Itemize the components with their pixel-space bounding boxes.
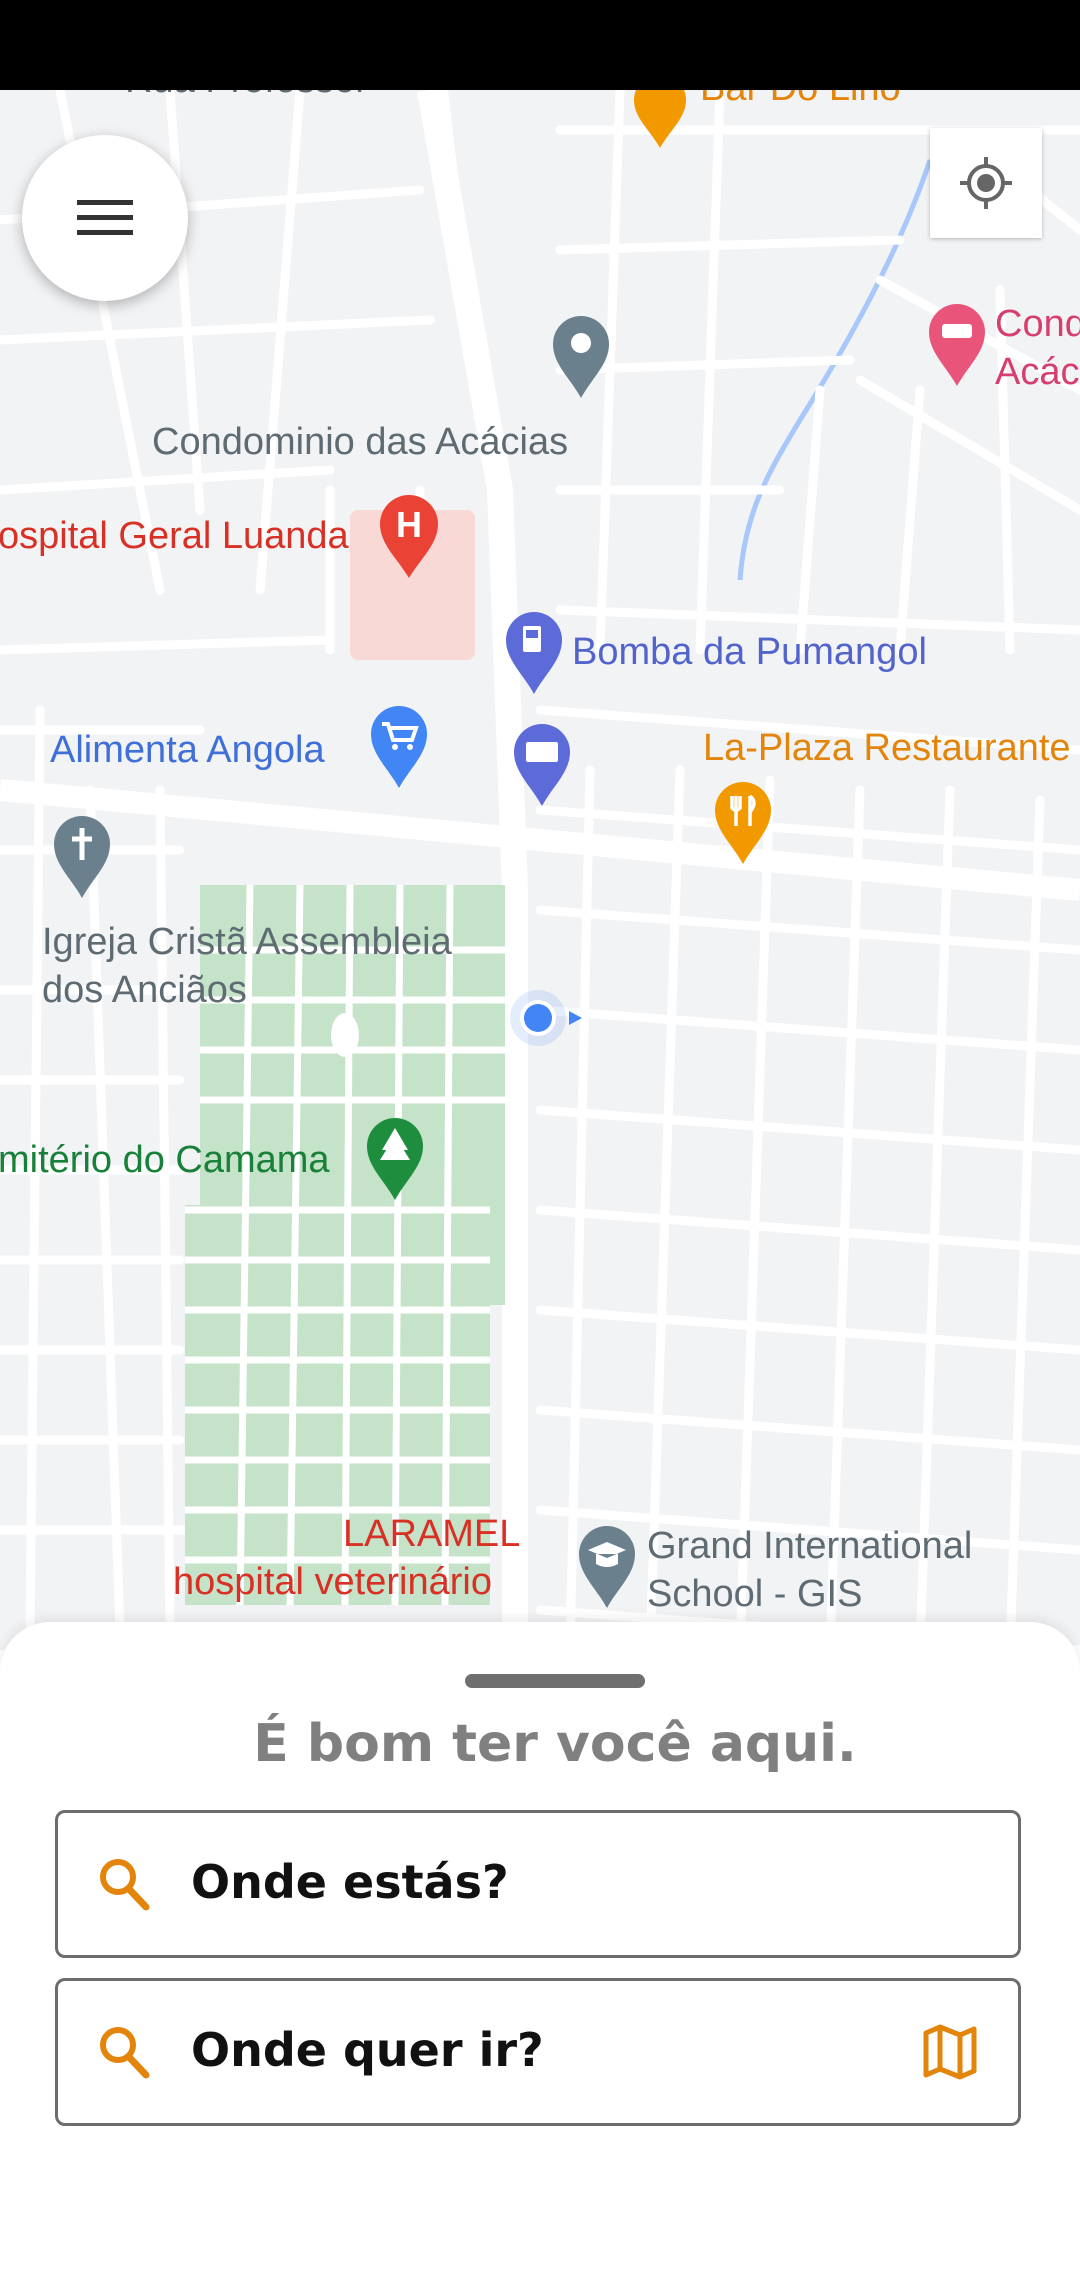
laramel-label-1: LARAMEL	[343, 1513, 521, 1555]
gas-station-pin-icon[interactable]	[503, 608, 565, 696]
destination-field[interactable]: Onde quer ir?	[55, 1978, 1021, 2126]
map-base	[0, 90, 1080, 1650]
atm-pin-icon[interactable]	[511, 720, 573, 808]
laramel-label-2: hospital veterinário	[173, 1561, 492, 1603]
search-icon	[100, 2027, 150, 2079]
condo-right-label-1: Cond	[995, 303, 1080, 345]
gis-label-1: Grand International	[647, 1525, 973, 1567]
destination-field-text: Onde quer ir?	[191, 2023, 544, 2077]
bomba-label: Bomba da Pumangol	[572, 631, 927, 673]
map-view[interactable]: H Rua Professor Bar Do Lino Cond	[0, 90, 1080, 1650]
cemetery-pin-icon[interactable]	[364, 1114, 426, 1202]
search-icon	[100, 1859, 150, 1911]
sheet-drag-handle[interactable]	[465, 1674, 645, 1688]
my-location-icon	[960, 157, 1012, 209]
condo-right-label-2: Acác	[995, 351, 1080, 393]
hotel-pin-icon[interactable]	[926, 300, 988, 388]
alimenta-label: Alimenta Angola	[50, 729, 325, 771]
greeting-text: É bom ter você aqui.	[253, 1714, 857, 1774]
laplaza-label: La-Plaza Restaurante	[703, 727, 1071, 769]
origin-field[interactable]: Onde estás?	[55, 1810, 1021, 1958]
hospital-pin-icon[interactable]: H	[377, 492, 441, 580]
condominio-label: Condominio das Acácias	[152, 421, 569, 463]
origin-field-text: Onde estás?	[191, 1855, 509, 1909]
bar-label: Bar Do Lino	[700, 90, 901, 112]
shopping-cart-pin-icon[interactable]	[368, 702, 430, 790]
hamburger-icon	[77, 200, 133, 235]
bottom-sheet: É bom ter você aqui. Onde estás? Onde qu…	[0, 1622, 1080, 2280]
igreja-label-2: dos Anciãos	[42, 969, 247, 1011]
menu-button[interactable]	[22, 135, 188, 301]
igreja-label-1: Igreja Cristã Assembleia	[42, 921, 452, 963]
church-pin-icon[interactable]	[51, 812, 113, 900]
cemiterio-label: mitério do Camama	[0, 1139, 330, 1181]
hospital-label: ospital Geral Luanda	[0, 515, 349, 557]
current-location-icon	[510, 990, 582, 1046]
status-bar	[0, 0, 1080, 90]
restaurant-pin-icon[interactable]	[712, 778, 774, 866]
school-pin-icon[interactable]	[576, 1522, 638, 1610]
place-pin-icon[interactable]	[550, 312, 612, 400]
map-icon[interactable]	[920, 2021, 980, 2081]
svg-text:H: H	[396, 504, 422, 545]
bar-pin-icon[interactable]	[630, 90, 690, 150]
gis-label-2: School - GIS	[647, 1573, 863, 1615]
my-location-button[interactable]	[930, 128, 1042, 238]
street-label: Rua Professor	[125, 90, 368, 104]
